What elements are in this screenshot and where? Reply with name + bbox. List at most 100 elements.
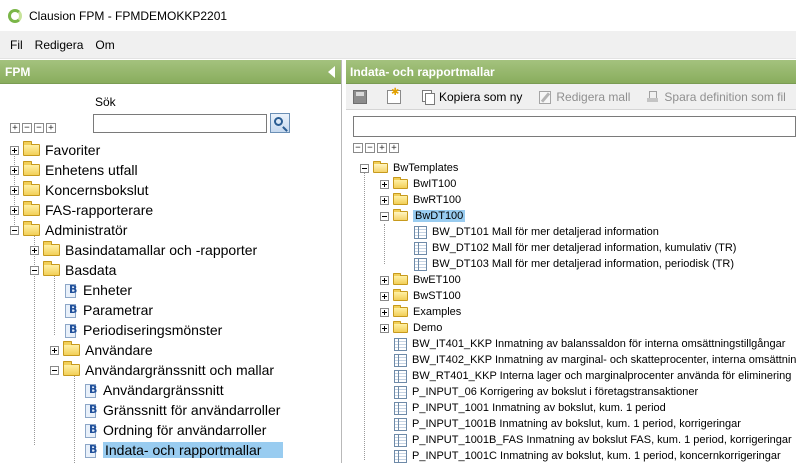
- expand-level-icon[interactable]: +: [389, 143, 399, 153]
- tree-item-bw-it401-kkp[interactable]: BW_IT401_KKP Inmatning av balanssaldon f…: [394, 336, 785, 352]
- collapse-icon[interactable]: [360, 163, 369, 173]
- tree-item-bwit100[interactable]: BwIT100: [380, 176, 456, 192]
- expand-icon[interactable]: [380, 195, 389, 205]
- expand-icon[interactable]: [10, 145, 19, 155]
- folder-icon: [393, 193, 408, 205]
- tree-item-bwdt100[interactable]: BwDT100: [380, 208, 466, 224]
- search-area: Sök + − − +: [0, 84, 341, 142]
- tree-item-examples[interactable]: Examples: [380, 304, 461, 320]
- expand-level-icon[interactable]: +: [46, 123, 56, 133]
- tree-item-administrator[interactable]: Administratör: [10, 220, 127, 240]
- tree-item-label: BW_DT102 Mall för mer detaljerad informa…: [432, 242, 737, 254]
- tree-item-granssnitt-for-anvandarroller[interactable]: Gränssnitt för användarroller: [84, 400, 280, 420]
- tree-item-bw-dt103[interactable]: BW_DT103 Mall för mer detaljerad informa…: [414, 256, 734, 272]
- tree-item-bwet100[interactable]: BwET100: [380, 272, 461, 288]
- expand-all-icon[interactable]: +: [377, 143, 387, 153]
- tree-item-bwrt100[interactable]: BwRT100: [380, 192, 461, 208]
- tree-item-p-input-06[interactable]: P_INPUT_06 Korrigering av bokslut i före…: [394, 384, 698, 400]
- tree-item-parametrar[interactable]: Parametrar: [64, 300, 153, 320]
- save-definition-button[interactable]: Spara definition som fil: [643, 87, 788, 107]
- report-b-icon: [84, 382, 98, 398]
- tree-item-bw-dt101[interactable]: BW_DT101 Mall för mer detaljerad informa…: [414, 224, 659, 240]
- report-b-icon: [64, 282, 78, 298]
- tree-item-label: Favoriter: [45, 142, 101, 158]
- template-file-icon: [394, 401, 407, 415]
- template-search-input[interactable]: [353, 116, 796, 137]
- collapse-level-icon[interactable]: −: [34, 123, 44, 133]
- tree-item-bw-dt102[interactable]: BW_DT102 Mall för mer detaljerad informa…: [414, 240, 736, 256]
- tree-item-label: BwET100: [413, 274, 461, 286]
- collapse-all-icon[interactable]: −: [353, 143, 363, 153]
- content-pane: Indata- och rapportmallar Kopiera som ny…: [346, 60, 796, 463]
- expand-icon[interactable]: [50, 345, 59, 355]
- expand-icon[interactable]: [30, 245, 39, 255]
- tree-item-p-input-1001c[interactable]: P_INPUT_1001C Inmatning av bokslut, kum.…: [394, 448, 781, 463]
- menu-about[interactable]: Om: [89, 38, 120, 52]
- collapse-icon[interactable]: [380, 211, 389, 221]
- tree-item-bw-it402-kkp[interactable]: BW_IT402_KKP Inmatning av marginal- och …: [394, 352, 796, 368]
- folder-icon: [393, 289, 408, 301]
- copy-icon: [421, 89, 435, 105]
- expand-icon[interactable]: [10, 205, 19, 215]
- tree-item-p-input-1001[interactable]: P_INPUT_1001 Inmatning av bokslut, kum. …: [394, 400, 666, 416]
- toolbar: Kopiera som ny Redigera mall Spara defin…: [346, 84, 796, 110]
- tree-item-label: Parametrar: [83, 302, 154, 318]
- tree-item-anvandare[interactable]: Användare: [50, 340, 153, 360]
- tree-item-fas-rapporterare[interactable]: FAS-rapporterare: [10, 200, 153, 220]
- tree-item-label: BwDT100: [413, 210, 466, 222]
- copy-as-new-button[interactable]: Kopiera som ny: [418, 87, 525, 107]
- expand-icon[interactable]: [10, 165, 19, 175]
- collapse-icon[interactable]: [10, 225, 19, 235]
- template-tree-controls: − − + +: [353, 143, 399, 153]
- tree-item-basdata[interactable]: Basdata: [30, 260, 116, 280]
- tree-item-demo[interactable]: Demo: [380, 320, 442, 336]
- expand-icon[interactable]: [380, 275, 389, 285]
- tree-item-favoriter[interactable]: Favoriter: [10, 140, 100, 160]
- collapse-all-icon[interactable]: −: [22, 123, 32, 133]
- tree-item-enheter[interactable]: Enheter: [64, 280, 132, 300]
- tree-item-label: BW_IT401_KKP Inmatning av balanssaldon f…: [412, 338, 786, 350]
- tree-item-periodiseringsmonster[interactable]: Periodiseringsmönster: [64, 320, 222, 340]
- tree-item-label: Demo: [413, 322, 443, 334]
- tree-item-bwst100[interactable]: BwST100: [380, 288, 461, 304]
- edit-template-button[interactable]: Redigera mall: [535, 87, 633, 107]
- tree-item-anvandargranssnitt-och-mallar[interactable]: Användargränssnitt och mallar: [50, 360, 274, 380]
- expand-icon[interactable]: [380, 307, 389, 317]
- expand-icon[interactable]: [380, 291, 389, 301]
- menu-bar: Fil Redigera Om: [0, 31, 796, 59]
- tree-item-p-input-1001b[interactable]: P_INPUT_1001B Inmatning av bokslut, kum.…: [394, 416, 741, 432]
- tree-item-indata-och-rapportmallar[interactable]: Indata- och rapportmallar: [84, 440, 283, 460]
- tree-item-label: BW_RT401_KKP Interna lager och marginalp…: [412, 370, 792, 382]
- menu-edit[interactable]: Redigera: [29, 38, 90, 52]
- template-file-icon: [394, 353, 407, 367]
- tree-item-koncernsbokslut[interactable]: Koncernsbokslut: [10, 180, 149, 200]
- tree-item-ordning-for-anvandarroller[interactable]: Ordning för användarroller: [84, 420, 266, 440]
- new-template-button[interactable]: [384, 87, 408, 107]
- tree-item-bwtemplates[interactable]: BwTemplates: [360, 160, 458, 176]
- search-button[interactable]: [270, 113, 290, 133]
- tree-item-basindatamallar[interactable]: Basindatamallar och -rapporter: [30, 240, 257, 260]
- save-button[interactable]: [350, 87, 374, 107]
- search-input[interactable]: [93, 114, 267, 133]
- expand-icon[interactable]: [10, 185, 19, 195]
- tree-item-anvandargranssnitt[interactable]: Användargränssnitt: [84, 380, 224, 400]
- collapse-pane-icon[interactable]: [328, 66, 335, 78]
- folder-icon: [393, 177, 408, 189]
- tree-item-label: P_INPUT_1001 Inmatning av bokslut, kum. …: [412, 402, 666, 414]
- tree-item-enhetens-utfall[interactable]: Enhetens utfall: [10, 160, 138, 180]
- template-file-icon: [394, 449, 407, 463]
- expand-icon[interactable]: [380, 323, 389, 333]
- template-file-icon: [414, 225, 427, 239]
- collapse-level-icon[interactable]: −: [365, 143, 375, 153]
- collapse-icon[interactable]: [50, 365, 59, 375]
- menu-file[interactable]: Fil: [4, 38, 29, 52]
- tree-item-label: Periodiseringsmönster: [83, 322, 223, 338]
- collapse-icon[interactable]: [30, 265, 39, 275]
- tree-item-label: P_INPUT_1001B_FAS Inmatning av bokslut F…: [412, 434, 792, 446]
- tree-item-p-input-1001b-fas[interactable]: P_INPUT_1001B_FAS Inmatning av bokslut F…: [394, 432, 792, 448]
- tree-item-bw-rt401-kkp[interactable]: BW_RT401_KKP Interna lager och marginalp…: [394, 368, 791, 384]
- expand-icon[interactable]: [380, 179, 389, 189]
- tree-item-label: P_INPUT_06 Korrigering av bokslut i före…: [412, 386, 699, 398]
- expand-all-icon[interactable]: +: [10, 123, 20, 133]
- folder-icon: [393, 273, 408, 285]
